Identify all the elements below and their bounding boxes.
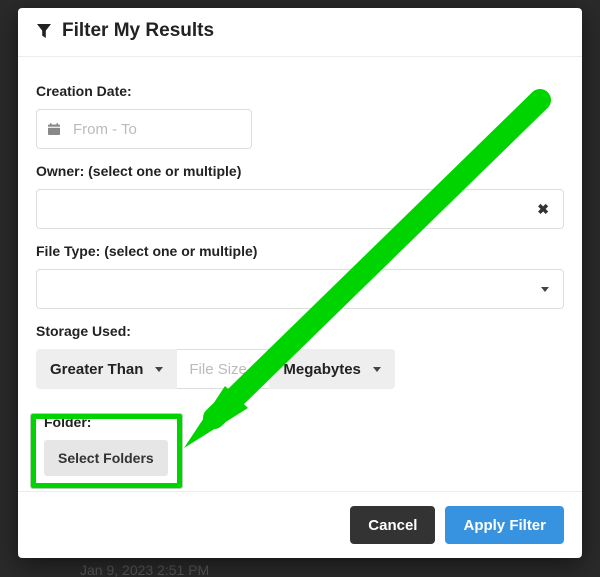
- filetype-select[interactable]: [36, 269, 564, 309]
- field-folder: Folder: Select Folders: [36, 409, 564, 486]
- calendar-icon: [47, 122, 61, 136]
- field-owner: Owner: (select one or multiple) ✖: [36, 163, 564, 229]
- caret-down-icon: [373, 367, 381, 372]
- clear-icon[interactable]: ✖: [537, 201, 549, 218]
- dialog-header: Filter My Results: [18, 8, 582, 57]
- field-filetype: File Type: (select one or multiple): [36, 243, 564, 309]
- filter-icon: [36, 23, 52, 39]
- dialog-body: Creation Date: Owner: (select one or mul…: [18, 57, 582, 491]
- label-storage: Storage Used:: [36, 323, 564, 339]
- label-filetype: File Type: (select one or multiple): [36, 243, 564, 259]
- owner-select[interactable]: ✖: [36, 189, 564, 229]
- label-creation-date: Creation Date:: [36, 83, 564, 99]
- dialog-footer: Cancel Apply Filter: [18, 491, 582, 558]
- dialog-title: Filter My Results: [62, 20, 214, 42]
- apply-filter-button[interactable]: Apply Filter: [445, 506, 564, 544]
- caret-down-icon: [541, 287, 549, 292]
- label-owner: Owner: (select one or multiple): [36, 163, 564, 179]
- date-range-input[interactable]: [71, 120, 241, 139]
- file-size-input[interactable]: [177, 349, 269, 389]
- label-folder: Folder:: [44, 414, 556, 430]
- comparator-select[interactable]: Greater Than: [36, 349, 177, 389]
- date-range-input-wrap[interactable]: [36, 109, 252, 149]
- field-storage: Storage Used: Greater Than Megabytes: [36, 323, 564, 389]
- storage-row: Greater Than Megabytes: [36, 349, 564, 389]
- unit-select[interactable]: Megabytes: [269, 349, 395, 389]
- bg-timestamp: Jan 9, 2023 2:51 PM: [80, 562, 209, 577]
- caret-down-icon: [155, 367, 163, 372]
- filter-dialog: Filter My Results Creation Date: Owner: …: [18, 8, 582, 558]
- select-folders-button[interactable]: Select Folders: [44, 440, 168, 476]
- unit-label: Megabytes: [283, 361, 361, 378]
- comparator-label: Greater Than: [50, 361, 143, 378]
- cancel-button[interactable]: Cancel: [350, 506, 435, 544]
- field-creation-date: Creation Date:: [36, 83, 564, 149]
